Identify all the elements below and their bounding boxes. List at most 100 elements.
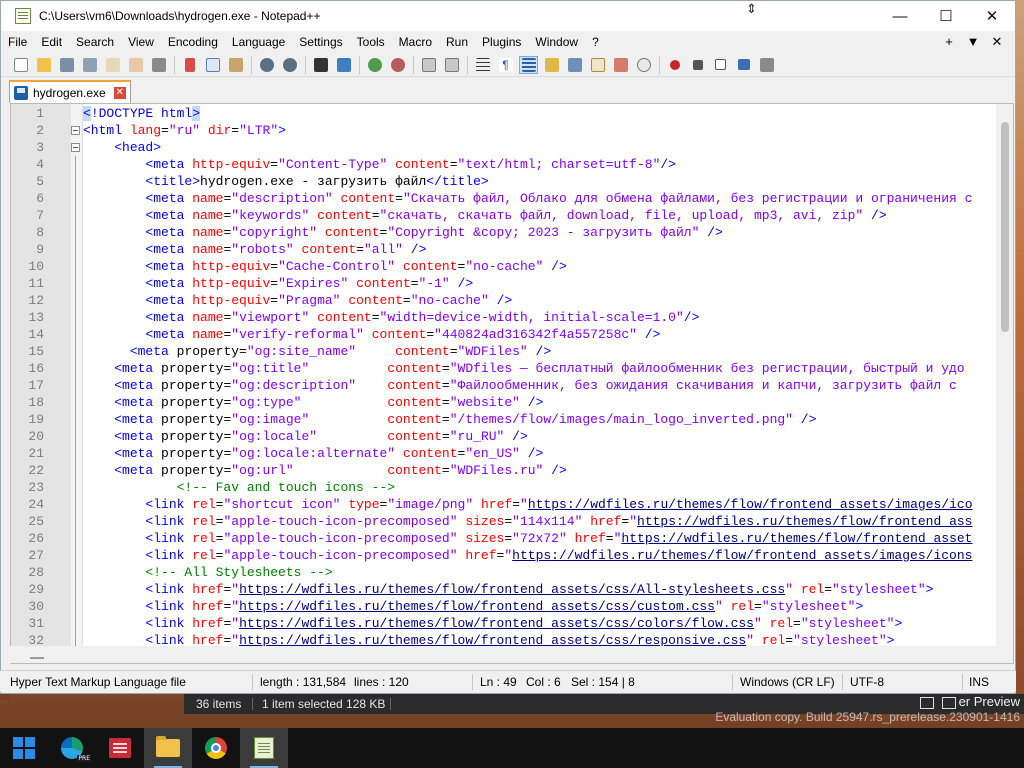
indent-guide-button[interactable] [519,55,538,74]
horizontal-scrollbar[interactable] [10,646,997,663]
code-editor[interactable]: 1 <!DOCTYPE html> 2 <html lang="ru" dir="L… [10,103,1014,664]
line-number: 22 [28,463,44,478]
indent-guide-icon [521,57,536,72]
explorer-item-count: 36 items [196,697,242,711]
toolbar-separator [174,55,175,74]
tab-close-icon[interactable]: ✕ [113,86,126,99]
show-all-chars-button[interactable]: ¶ [496,56,515,74]
doc-map-button[interactable] [565,56,584,74]
copy-button[interactable] [203,56,222,74]
word-wrap-button[interactable] [473,56,492,74]
horizontal-scroll-thumb[interactable] [30,657,44,659]
vertical-scroll-thumb[interactable] [1001,122,1009,332]
udl-button[interactable] [542,56,561,74]
explorer-separator [390,698,391,710]
paste-icon [228,57,243,72]
play-macro-button[interactable] [711,56,730,74]
run-macro-multiple-button[interactable] [734,56,753,74]
redo-button[interactable] [280,56,299,74]
saved-file-icon [14,85,28,100]
taskbar-edge[interactable] [48,728,96,768]
undo-button[interactable] [257,56,276,74]
save-all-icon [82,57,97,72]
sync-horizontal-icon [444,57,459,72]
open-file-button[interactable] [34,56,53,74]
new-file-button[interactable] [11,56,30,74]
print-button[interactable] [149,56,168,74]
line-number: 30 [28,599,44,614]
zoom-out-icon [390,57,405,72]
folder-as-workspace-button[interactable] [611,56,630,74]
save-icon [59,57,74,72]
taskbar-news[interactable] [96,728,144,768]
menu-plugins[interactable]: Plugins [475,31,528,53]
title-bar[interactable]: C:\Users\vm6\Downloads\hydrogen.exe - No… [1,1,1015,31]
toolbar-separator [413,55,414,74]
line-number: 29 [28,582,44,597]
sync-vertical-button[interactable] [419,56,438,74]
cut-button[interactable] [180,56,199,74]
maximize-button[interactable]: ☐ [923,1,969,31]
menu-edit[interactable]: Edit [34,31,69,53]
code-line: 29 <link href="https://wdfiles.ru/themes… [11,581,1013,598]
stop-macro-button[interactable] [688,56,707,74]
code-line: 18 <meta property="og:type" content="web… [11,394,1013,411]
line-number: 16 [28,361,44,376]
paste-button[interactable] [226,56,245,74]
code-line: 12 <meta http-equiv="Pragma" content="no… [11,292,1013,309]
code-line: 23 <!-- Fav and touch icons --> [11,479,1013,496]
code-line: 16 <meta property="og:title" content="WD… [11,360,1013,377]
code-line: 30 <link href="https://wdfiles.ru/themes… [11,598,1013,615]
close-button[interactable]: ✕ [969,1,1015,31]
fold-toggle-icon[interactable] [71,126,80,135]
menu-language[interactable]: Language [225,31,292,53]
tab-list-button[interactable]: ▼ [961,31,985,53]
record-macro-button[interactable] [665,56,684,74]
new-tab-button[interactable]: + [937,31,961,53]
find-button[interactable] [311,56,330,74]
line-number: 3 [36,140,44,155]
line-number: 21 [28,446,44,461]
large-icons-view-icon[interactable] [942,697,956,709]
taskbar-file-explorer[interactable] [144,728,192,768]
tab-hydrogen-exe[interactable]: hydrogen.exe ✕ [9,80,131,103]
function-list-button[interactable] [588,56,607,74]
code-line: 4 <meta http-equiv="Content-Type" conten… [11,156,1013,173]
menu-macro[interactable]: Macro [392,31,439,53]
sync-horizontal-button[interactable] [442,56,461,74]
status-separator [962,674,963,690]
zoom-in-button[interactable] [365,56,384,74]
menu-file[interactable]: File [1,31,34,53]
replace-button[interactable] [334,56,353,74]
menu-search[interactable]: Search [69,31,121,53]
save-all-button[interactable] [80,56,99,74]
line-number: 8 [36,225,44,240]
close-tab-button[interactable]: ✕ [985,31,1009,53]
taskbar-chrome[interactable] [192,728,240,768]
close-file-button[interactable] [103,56,122,74]
menu-run[interactable]: Run [439,31,475,53]
menu-window[interactable]: Window [528,31,585,53]
vertical-scrollbar[interactable] [996,104,1013,663]
menu-help[interactable]: ? [585,31,606,53]
details-view-icon[interactable] [920,697,934,709]
minimize-button[interactable]: — [877,1,923,31]
monitoring-button[interactable] [634,56,653,74]
record-icon [669,59,680,70]
menu-tools[interactable]: Tools [350,31,392,53]
code-line: 17 <meta property="og:description" conte… [11,377,1013,394]
menu-view[interactable]: View [121,31,161,53]
start-button[interactable] [0,728,48,768]
save-macro-button[interactable] [757,56,776,74]
code-line: 24 <link rel="shortcut icon" type="image… [11,496,1013,513]
menu-encoding[interactable]: Encoding [161,31,225,53]
menu-bar: File Edit Search View Encoding Language … [1,31,1015,53]
zoom-out-button[interactable] [388,56,407,74]
fold-toggle-icon[interactable] [71,143,80,152]
menu-settings[interactable]: Settings [292,31,349,53]
close-all-button[interactable] [126,56,145,74]
save-button[interactable] [57,56,76,74]
taskbar-notepadpp[interactable] [240,728,288,768]
code-line: 2 <html lang="ru" dir="LTR"> [11,122,1013,139]
toolbar-separator [251,55,252,74]
